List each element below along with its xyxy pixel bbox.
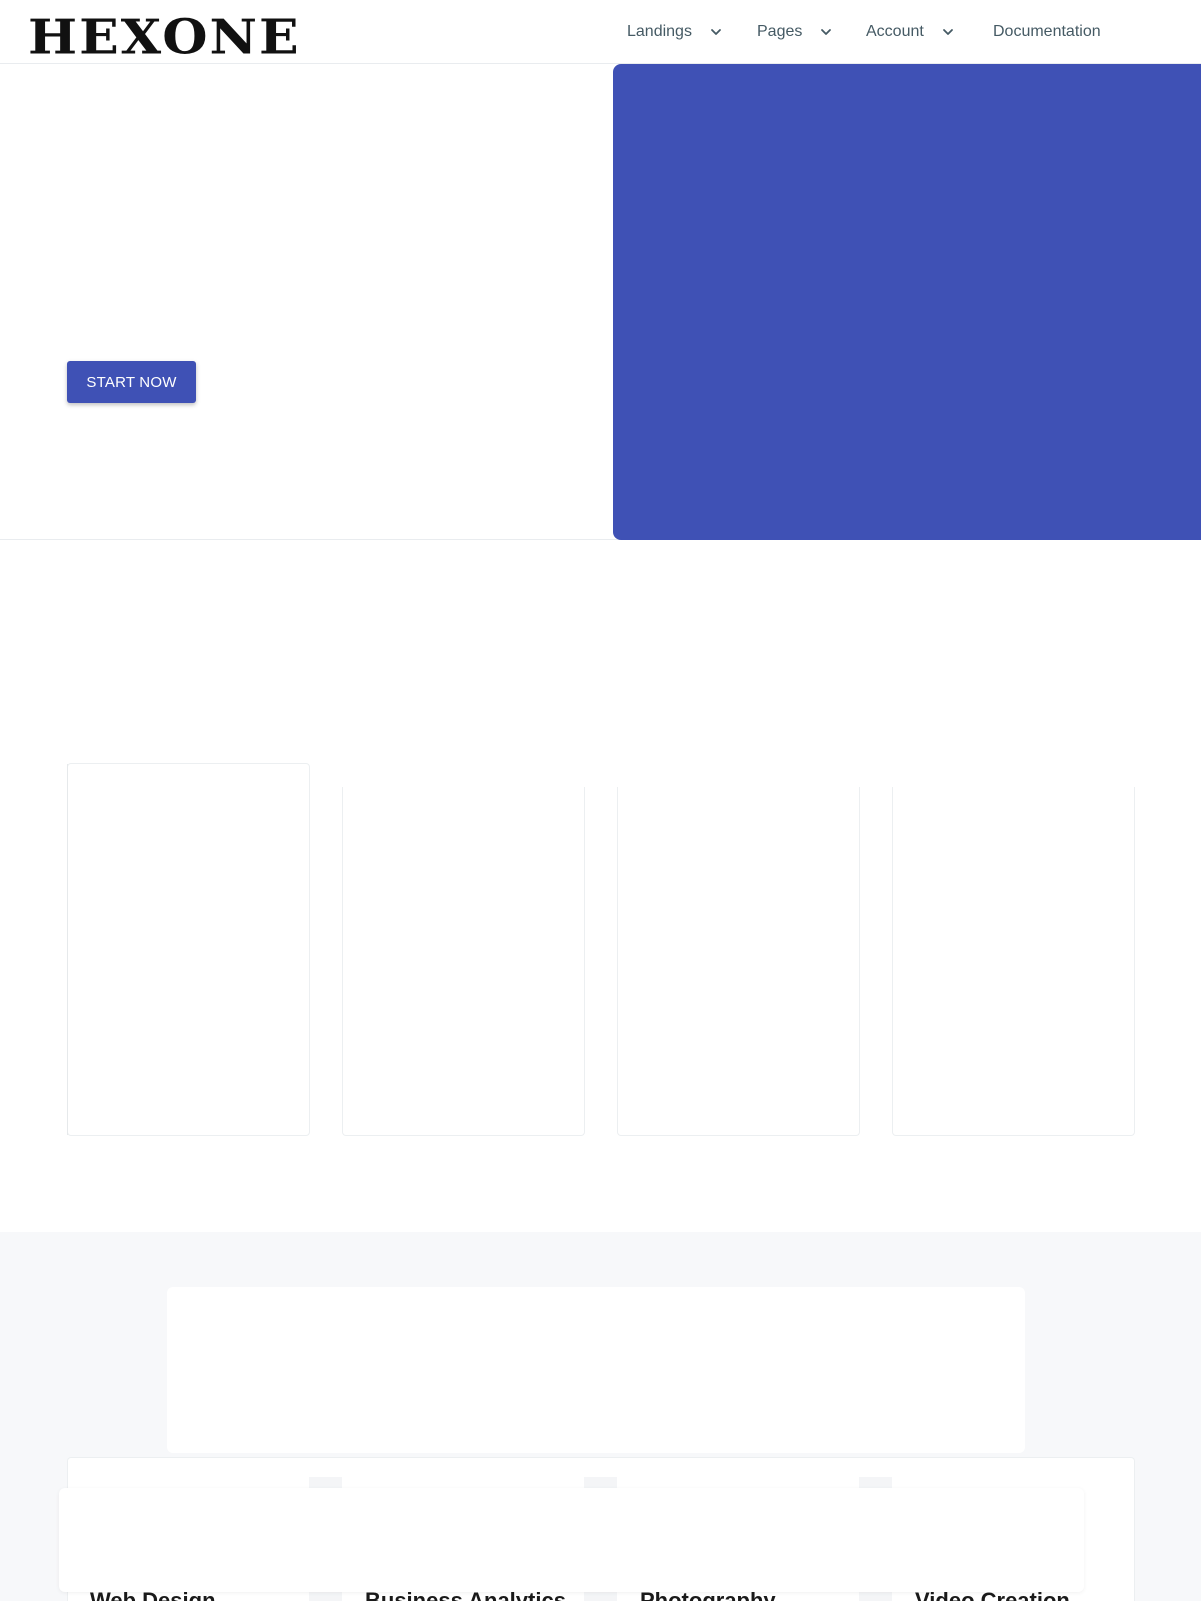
brand-logo[interactable]: HEXONE — [28, 14, 301, 62]
nav-item-label: Documentation — [993, 23, 1101, 40]
nav-item-documentation[interactable]: Documentation — [993, 20, 1101, 44]
nav-item-label: Landings — [627, 23, 692, 40]
section-header-card — [167, 1287, 1025, 1453]
service-title: Business Analytics — [365, 1588, 566, 1601]
feature-card — [892, 787, 1135, 1136]
overlay-card — [59, 1488, 1084, 1592]
nav-item-account[interactable]: Account — [866, 20, 954, 44]
start-now-button[interactable]: START NOW — [67, 361, 196, 403]
service-title: Web Design — [90, 1588, 216, 1601]
hero-image-panel — [613, 64, 1201, 540]
nav-item-label: Account — [866, 23, 924, 40]
feature-card — [67, 763, 310, 1136]
nav-item-pages[interactable]: Pages — [757, 20, 832, 44]
chevron-down-icon — [820, 26, 832, 38]
feature-card — [342, 787, 585, 1136]
chevron-down-icon — [942, 26, 954, 38]
chevron-down-icon — [710, 26, 722, 38]
nav-item-label: Pages — [757, 23, 803, 40]
feature-card — [617, 787, 860, 1136]
site-header: HEXONE Landings Pages Account Documentat… — [0, 0, 1201, 64]
service-title: Photography — [640, 1588, 776, 1601]
service-title: Video Creation — [915, 1588, 1070, 1601]
nav-item-landings[interactable]: Landings — [627, 20, 722, 44]
